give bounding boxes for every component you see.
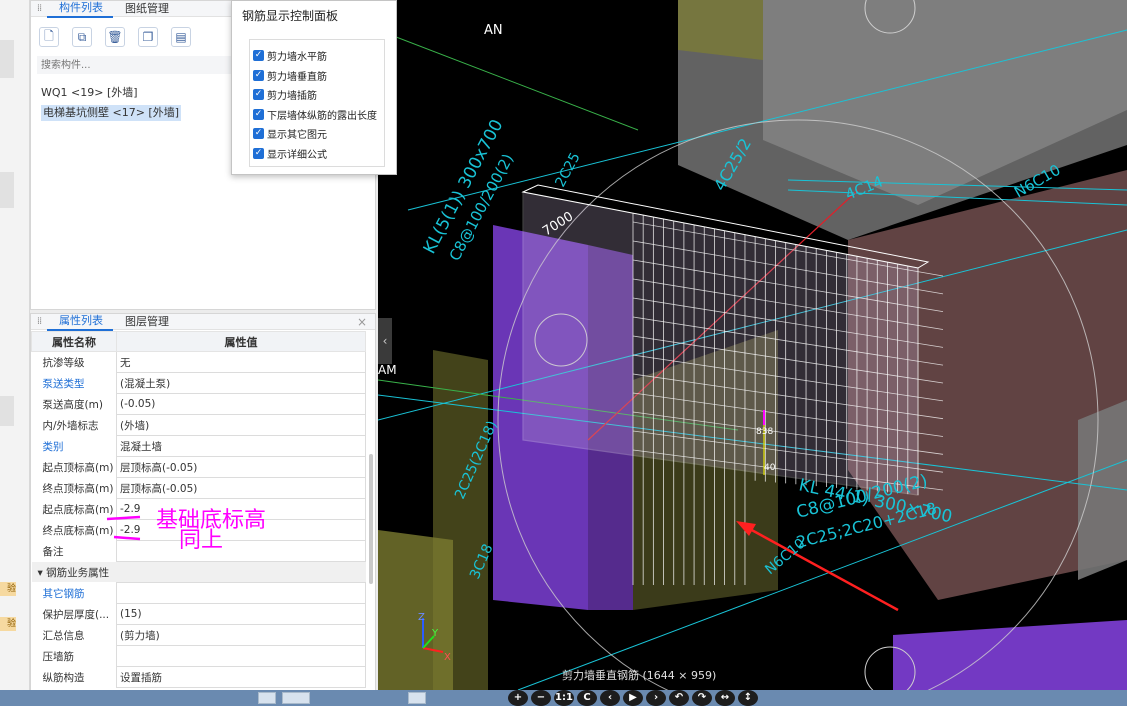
ruler-bottom-label: 40 [764,463,776,473]
option-shear-wall-dowel[interactable]: ✓ 剪力墙插筋 [250,85,384,105]
option-lower-wall-exposure[interactable]: ✓ 下层墙体纵筋的露出长度 [250,105,384,125]
olive-block [678,0,763,60]
zoom-out-button[interactable]: − [531,690,551,706]
flip-horizontal-button[interactable]: ↔ [715,690,735,706]
control-panel-title: 钢筋显示控制面板 [242,9,339,23]
beam-label-kl-left-main: 2C25 [552,150,583,190]
view-toggle-button[interactable] [408,692,426,704]
olive-block-left-2 [433,350,488,690]
axis-label-an: AN [484,23,503,38]
option-shear-wall-horizontal[interactable]: ✓ 剪力墙水平筋 [250,46,384,66]
gizmo-z-label: Z [418,612,425,623]
green-grid-line [378,29,639,131]
checkbox-checked-icon[interactable]: ✓ [253,108,264,120]
checkbox-checked-icon[interactable]: ✓ [253,50,264,62]
previous-button[interactable]: ‹ [600,690,620,706]
option-label: 剪力墙水平筋 [267,52,327,64]
checkbox-checked-icon[interactable]: ✓ [253,128,264,140]
ruler-top-label: 838 [756,427,773,437]
annotation-dash [106,515,141,521]
option-label: 下层墙体纵筋的露出长度 [267,110,377,122]
annotation-same-as-above: 同上 [179,528,224,553]
gray-block-right [1078,400,1127,580]
rotate-left-button[interactable]: ↶ [669,690,689,706]
option-show-detail-formula[interactable]: ✓ 显示详细公式 [250,144,384,164]
option-label: 显示其它图元 [267,130,327,142]
annotation-dash [113,535,141,541]
gizmo-y-label: Y [431,628,439,639]
view-toggle-button[interactable] [282,692,310,704]
checkbox-checked-icon[interactable]: ✓ [253,147,264,159]
play-button[interactable]: ▶ [623,690,643,706]
option-shear-wall-vertical[interactable]: ✓ 剪力墙垂直筋 [250,66,384,86]
checkbox-checked-icon[interactable]: ✓ [253,69,264,81]
bottom-toolbar: + − 1:1 C ‹ ▶ › ↶ ↷ ↔ ↕ [0,690,1127,706]
option-label: 显示详细公式 [267,149,327,161]
purple-block-bottom [893,620,1127,690]
next-button[interactable]: › [646,690,666,706]
flip-vertical-button[interactable]: ↕ [738,690,758,706]
rotate-right-button[interactable]: ↷ [692,690,712,706]
axis-label-am: AM [378,363,397,377]
checkbox-checked-icon[interactable]: ✓ [253,89,264,101]
option-show-other-elements[interactable]: ✓ 显示其它图元 [250,124,384,144]
center-button[interactable]: C [577,690,597,706]
gizmo-x-label: X [444,652,451,663]
zoom-in-button[interactable]: + [508,690,528,706]
3d-scene[interactable]: 838 40 AN AM KL(5(1)) 300x700 C8@100/200… [378,0,1127,690]
view-toggle-button[interactable] [258,692,276,704]
panel-collapse-handle[interactable]: ‹ [378,318,392,364]
viewport-caption: 剪力墙垂直钢筋 (1644 × 959) [562,668,716,682]
actual-size-button[interactable]: 1:1 [554,690,574,706]
rebar-display-control-panel: 钢筋显示控制面板 ✓ 剪力墙水平筋 ✓ 剪力墙垂直筋 ✓ 剪力墙插筋 ✓ 下层墙体纵筋的… [231,0,397,175]
3d-viewport[interactable]: 838 40 AN AM KL(5(1)) 300x700 C8@100/200… [378,0,1127,690]
option-label: 剪力墙插筋 [267,91,317,103]
control-panel-options: ✓ 剪力墙水平筋 ✓ 剪力墙垂直筋 ✓ 剪力墙插筋 ✓ 下层墙体纵筋的露出长度 ✓ 显示其… [249,39,385,167]
navigation-controls: + − 1:1 C ‹ ▶ › ↶ ↷ ↔ ↕ [508,690,758,706]
option-label: 剪力墙垂直筋 [267,71,327,83]
chevron-left-icon: ‹ [382,334,388,348]
